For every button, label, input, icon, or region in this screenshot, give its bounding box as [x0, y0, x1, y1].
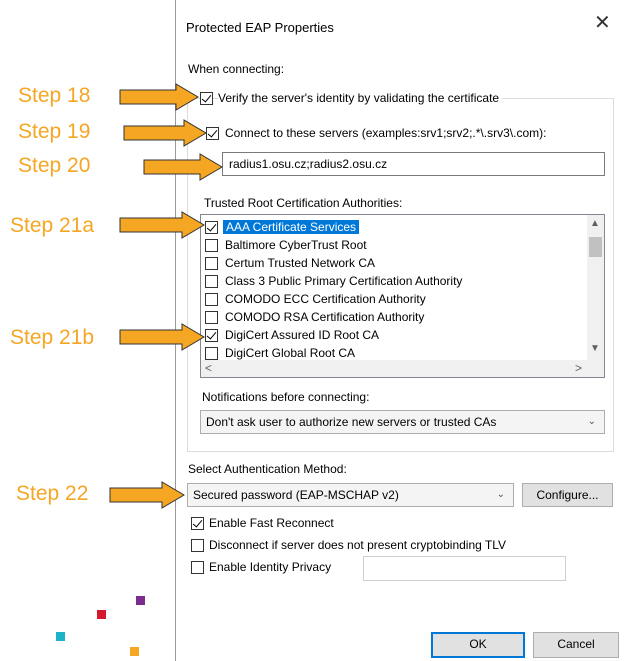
ca-label: Certum Trusted Network CA [225, 256, 376, 270]
ca-checkbox[interactable] [205, 257, 218, 270]
step-19-label: Step 19 [18, 120, 91, 143]
cancel-button[interactable]: Cancel [533, 632, 619, 658]
servers-input[interactable]: radius1.osu.cz;radius2.osu.cz [222, 152, 605, 176]
notifications-select[interactable]: Don't ask user to authorize new servers … [200, 410, 605, 434]
notifications-label: Notifications before connecting: [202, 390, 370, 404]
ca-label: Class 3 Public Primary Certification Aut… [225, 274, 463, 288]
notifications-value: Don't ask user to authorize new servers … [206, 415, 497, 429]
close-icon[interactable]: ✕ [594, 13, 611, 33]
step-21a-label: Step 21a [10, 214, 95, 237]
scroll-left-icon[interactable]: < [205, 361, 212, 375]
ca-checkbox[interactable] [205, 347, 218, 360]
ca-label: DigiCert Assured ID Root CA [225, 328, 380, 342]
arrow-right-icon [123, 119, 207, 147]
chevron-down-icon: ⌄ [587, 416, 596, 427]
scroll-down-icon[interactable]: ▼ [590, 343, 600, 354]
ca-label: DigiCert Global Root CA [225, 346, 356, 360]
auth-method-select[interactable]: Secured password (EAP-MSCHAP v2) ⌄ [187, 483, 514, 507]
title-bar: Protected EAP Properties ✕ [176, 0, 624, 56]
ca-checkbox[interactable] [205, 311, 218, 324]
arrow-right-icon [119, 83, 199, 111]
trusted-root-label: Trusted Root Certification Authorities: [204, 196, 403, 210]
configure-button[interactable]: Configure... [522, 483, 613, 507]
step-21b-label: Step 21b [10, 326, 95, 349]
ca-label: COMODO ECC Certification Authority [225, 292, 426, 306]
scroll-up-icon[interactable]: ▲ [590, 218, 600, 229]
verify-identity-label: Verify the server's identity by validati… [218, 91, 503, 105]
trusted-ca-list[interactable]: AAA Certificate Services Baltimore Cyber… [200, 214, 605, 378]
when-connecting-label: When connecting: [188, 62, 285, 76]
auth-method-value: Secured password (EAP-MSCHAP v2) [193, 488, 399, 502]
arrow-right-icon [143, 153, 223, 181]
scroll-right-icon[interactable]: > [575, 361, 582, 375]
connect-servers-label: Connect to these servers (examples:srv1;… [225, 126, 547, 140]
ca-checkbox[interactable] [205, 221, 218, 234]
ca-checkbox[interactable] [205, 329, 218, 342]
step-22-label: Step 22 [16, 482, 89, 505]
auth-method-label: Select Authentication Method: [188, 462, 347, 476]
identity-privacy-label: Enable Identity Privacy [209, 560, 332, 574]
cryptobinding-label: Disconnect if server does not present cr… [209, 538, 507, 552]
ca-label: Baltimore CyberTrust Root [225, 238, 367, 252]
fast-reconnect-label: Enable Fast Reconnect [209, 516, 334, 530]
step-18-label: Step 18 [18, 84, 91, 107]
decor-dot [130, 647, 139, 656]
ca-checkbox[interactable] [205, 293, 218, 306]
horizontal-scrollbar[interactable]: < > [201, 360, 604, 377]
arrow-right-icon [109, 481, 185, 509]
chevron-down-icon: ⌄ [496, 489, 505, 500]
verify-identity-checkbox[interactable] [200, 92, 213, 105]
ca-label: COMODO RSA Certification Authority [225, 310, 425, 324]
ca-checkbox[interactable] [205, 239, 218, 252]
ca-label: AAA Certificate Services [223, 220, 360, 234]
dialog-title: Protected EAP Properties [186, 20, 334, 35]
ca-checkbox[interactable] [205, 275, 218, 288]
decor-dot [97, 610, 106, 619]
fast-reconnect-checkbox[interactable] [191, 517, 204, 530]
vertical-scrollbar[interactable]: ▲ ▼ [587, 215, 604, 360]
identity-privacy-input [363, 556, 566, 581]
decor-dot [136, 596, 145, 605]
identity-privacy-checkbox[interactable] [191, 561, 204, 574]
arrow-right-icon [119, 323, 205, 351]
decor-dot [56, 632, 65, 641]
protected-eap-dialog: Protected EAP Properties ✕ When connecti… [175, 0, 624, 661]
cryptobinding-checkbox[interactable] [191, 539, 204, 552]
arrow-right-icon [119, 211, 205, 239]
step-20-label: Step 20 [18, 154, 91, 177]
ok-button[interactable]: OK [431, 632, 525, 658]
scroll-thumb[interactable] [589, 237, 602, 257]
